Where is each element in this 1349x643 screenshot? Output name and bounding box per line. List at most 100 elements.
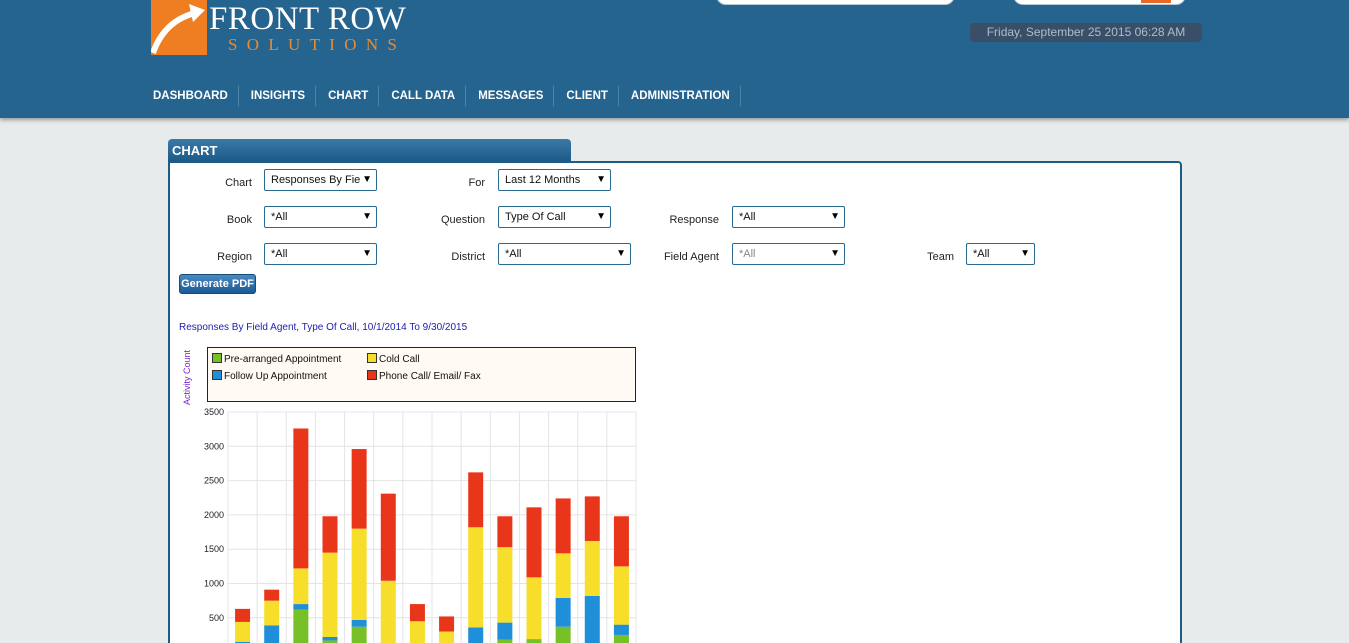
bar-segment[interactable] — [613, 516, 629, 567]
for-label: For — [468, 177, 486, 189]
bar-segment[interactable] — [555, 597, 571, 627]
y-tick-label: 2000 — [204, 510, 224, 520]
stacked-bar-chart: 500 1000 1500 2000 2500 3000 3500 — [204, 407, 637, 643]
chart-legend: Pre-arranged Appointment Cold Call Follo… — [207, 347, 636, 402]
nav-messages[interactable]: MESSAGES — [472, 86, 555, 106]
dropdown-arrow-icon: ▼ — [362, 174, 372, 185]
legend-label: Pre-arranged Appointment — [224, 354, 342, 365]
bar-segment[interactable] — [584, 496, 600, 541]
bar-segment[interactable] — [235, 608, 251, 622]
bar-segment[interactable] — [497, 622, 513, 640]
field-agent-label: Field Agent — [663, 251, 719, 263]
bar-segment[interactable] — [264, 589, 280, 601]
chart-label: Chart — [225, 177, 252, 189]
bar-segment[interactable] — [584, 540, 600, 596]
bar-segment[interactable] — [293, 604, 309, 610]
legend-label: Cold Call — [379, 354, 420, 365]
dropdown-arrow-icon: ▼ — [362, 211, 372, 222]
field-agent-select[interactable]: *All ▼ — [732, 243, 845, 265]
bar-segment[interactable] — [264, 625, 280, 643]
bar-segment[interactable] — [264, 600, 280, 626]
for-select-value: Last 12 Months — [505, 174, 581, 186]
bar-segment[interactable] — [468, 627, 484, 643]
logo-arrow-icon — [151, 0, 207, 55]
field-agent-select-value: *All — [739, 248, 756, 260]
for-select[interactable]: Last 12 Months ▼ — [498, 169, 611, 191]
bar-segment[interactable] — [555, 553, 571, 598]
bar-segment[interactable] — [613, 634, 629, 643]
bar-segment[interactable] — [409, 621, 425, 643]
nav-administration[interactable]: ADMINISTRATION — [625, 86, 741, 106]
bar-segment[interactable] — [526, 639, 542, 643]
front-row-logo[interactable]: Front Row Solutions — [151, 0, 431, 56]
bar-segment[interactable] — [439, 616, 455, 632]
bar-segment[interactable] — [439, 631, 455, 643]
app-header: Front Row Solutions Friday, September 25… — [0, 0, 1349, 118]
bar-segment[interactable] — [293, 428, 309, 569]
nav-call-data[interactable]: CALL DATA — [385, 86, 467, 106]
region-select[interactable]: *All ▼ — [264, 243, 377, 265]
bar-segment[interactable] — [235, 621, 251, 642]
bar-segment[interactable] — [293, 568, 309, 605]
dropdown-arrow-icon: ▼ — [616, 248, 626, 259]
y-tick-label: 1500 — [204, 544, 224, 554]
district-select[interactable]: *All ▼ — [498, 243, 631, 265]
bar-segment[interactable] — [468, 527, 484, 628]
y-tick-label: 1000 — [204, 579, 224, 589]
main-nav: DASHBOARD INSIGHTS CHART CALL DATA MESSA… — [147, 86, 747, 106]
bar-segment[interactable] — [526, 577, 542, 640]
response-label: Response — [669, 214, 719, 226]
bar-segment[interactable] — [380, 493, 396, 581]
bar-segment[interactable] — [293, 609, 309, 643]
legend-label: Phone Call/ Email/ Fax — [379, 371, 481, 382]
book-select[interactable]: *All ▼ — [264, 206, 377, 228]
legend-swatch — [367, 370, 377, 380]
legend-swatch — [367, 353, 377, 363]
bar-segment[interactable] — [555, 626, 571, 643]
question-label: Question — [440, 214, 485, 226]
question-select-value: Type Of Call — [505, 211, 566, 223]
nav-client[interactable]: CLIENT — [560, 86, 619, 106]
legend-item: Phone Call/ Email/ Fax — [367, 370, 481, 383]
bar-segment[interactable] — [468, 472, 484, 528]
dropdown-arrow-icon: ▼ — [830, 211, 840, 222]
header-user-button[interactable] — [1141, 0, 1171, 3]
bar-segment[interactable] — [322, 552, 338, 638]
legend-swatch — [212, 370, 222, 380]
bar-segment[interactable] — [555, 498, 571, 554]
bar-segment[interactable] — [351, 528, 367, 620]
legend-item: Pre-arranged Appointment — [212, 353, 341, 366]
team-select[interactable]: *All ▼ — [966, 243, 1035, 265]
bar-segment[interactable] — [613, 566, 629, 625]
bar-segment[interactable] — [584, 595, 600, 643]
bar-segment[interactable] — [351, 626, 367, 643]
header-search-box[interactable] — [716, 0, 955, 5]
question-select[interactable]: Type Of Call ▼ — [498, 206, 611, 228]
chart-title: Responses By Field Agent, Type Of Call, … — [179, 322, 468, 333]
chart-y-axis-label: Activity Count — [182, 349, 192, 405]
bar-segment[interactable] — [497, 547, 513, 623]
dropdown-arrow-icon: ▼ — [596, 211, 606, 222]
bar-segment[interactable] — [380, 580, 396, 643]
logo-subname: Solutions — [228, 35, 407, 54]
bar-segment[interactable] — [322, 637, 338, 641]
bar-segment[interactable] — [351, 449, 367, 529]
bar-segment[interactable] — [613, 624, 629, 635]
logo-name: Front Row — [209, 1, 407, 37]
header-user-box[interactable] — [1013, 0, 1186, 5]
generate-pdf-button[interactable]: Generate PDF — [179, 274, 256, 294]
nav-dashboard[interactable]: DASHBOARD — [147, 86, 239, 106]
bar-segment[interactable] — [497, 516, 513, 548]
dropdown-arrow-icon: ▼ — [1020, 248, 1030, 259]
panel-title: CHART — [168, 139, 571, 162]
nav-chart[interactable]: CHART — [322, 86, 380, 106]
bar-segment[interactable] — [322, 516, 338, 553]
region-select-value: *All — [271, 248, 288, 260]
bar-segment[interactable] — [526, 507, 542, 578]
district-label: District — [451, 251, 485, 263]
chart-select[interactable]: Responses By Fie ▼ — [264, 169, 377, 191]
bar-segment[interactable] — [409, 604, 425, 622]
bar-segment[interactable] — [351, 619, 367, 627]
response-select[interactable]: *All ▼ — [732, 206, 845, 228]
nav-insights[interactable]: INSIGHTS — [245, 86, 317, 106]
